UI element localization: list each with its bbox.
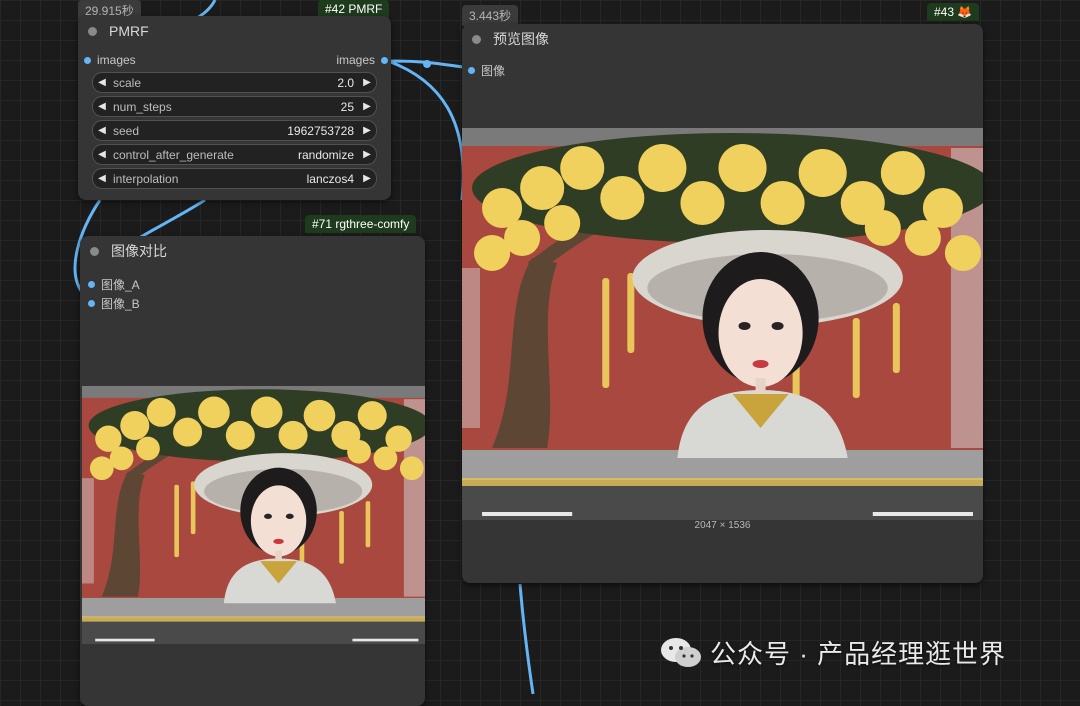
decrement-arrow-icon[interactable]: ◀ xyxy=(93,101,111,112)
widget-value[interactable]: 25 xyxy=(341,100,358,114)
input-slot-images[interactable]: images xyxy=(84,53,136,67)
decrement-arrow-icon[interactable]: ◀ xyxy=(93,173,111,184)
decrement-arrow-icon[interactable]: ◀ xyxy=(93,77,111,88)
increment-arrow-icon[interactable]: ▶ xyxy=(358,125,376,136)
widget-label: num_steps xyxy=(113,99,172,114)
widget-control-after-generate[interactable]: ◀ control_after_generate randomize ▶ xyxy=(92,144,377,165)
collapse-dot-icon[interactable] xyxy=(88,26,97,36)
increment-arrow-icon[interactable]: ▶ xyxy=(358,101,376,112)
slot-label: 图像 xyxy=(481,64,506,78)
link-reroute-dot[interactable] xyxy=(423,60,431,68)
compare-image[interactable] xyxy=(82,386,425,644)
widget-value[interactable]: 1962753728 xyxy=(287,124,358,138)
slot-label: images xyxy=(97,53,136,67)
slot-label: 图像_A xyxy=(101,278,140,292)
widget-label: scale xyxy=(113,75,142,90)
widget-label: seed xyxy=(113,123,140,138)
link-preview-out[interactable] xyxy=(518,583,535,694)
image-content xyxy=(462,128,983,520)
slot-label: 图像_B xyxy=(101,297,140,311)
widget-interpolation[interactable]: ◀ interpolation lanczos4 ▶ xyxy=(92,168,377,189)
widget-value[interactable]: lanczos4 xyxy=(307,172,358,186)
node-header[interactable]: 预览图像 xyxy=(462,24,983,54)
node-title: 预览图像 xyxy=(493,31,549,47)
image-content xyxy=(82,386,425,644)
node-id-badge: #43 🦊 xyxy=(927,3,980,21)
execution-time-badge: 3.443秒 xyxy=(462,5,519,26)
decrement-arrow-icon[interactable]: ◀ xyxy=(93,125,111,136)
widget-label: control_after_generate xyxy=(113,147,234,162)
image-size-label: 2047 × 1536 xyxy=(694,520,751,531)
increment-arrow-icon[interactable]: ▶ xyxy=(358,173,376,184)
slot-label: images xyxy=(336,53,375,67)
widget-num-steps[interactable]: ◀ num_steps 25 ▶ xyxy=(92,96,377,117)
input-dot-icon[interactable] xyxy=(88,300,95,307)
collapse-dot-icon[interactable] xyxy=(472,34,481,44)
widget-scale[interactable]: ◀ scale 2.0 ▶ xyxy=(92,72,377,93)
output-dot-icon[interactable] xyxy=(381,56,388,64)
node-header[interactable]: 图像对比 xyxy=(80,236,425,266)
widget-value[interactable]: 2.0 xyxy=(337,76,358,90)
image-compare-node[interactable]: 图像对比 图像_A 图像_B xyxy=(80,236,425,706)
wechat-icon xyxy=(661,637,701,667)
node-id-badge: #71 rgthree-comfy xyxy=(305,215,417,233)
increment-arrow-icon[interactable]: ▶ xyxy=(358,77,376,88)
link-pmrf-to-compare[interactable] xyxy=(387,59,465,201)
pmrf-node[interactable]: PMRF images images ◀ scale 2.0 ▶ ◀ num_s… xyxy=(78,16,391,200)
node-header[interactable]: PMRF xyxy=(78,16,391,46)
widget-seed[interactable]: ◀ seed 1962753728 ▶ xyxy=(92,120,377,141)
increment-arrow-icon[interactable]: ▶ xyxy=(358,149,376,160)
input-dot-icon[interactable] xyxy=(468,67,475,74)
input-slot-image[interactable]: 图像 xyxy=(468,62,505,79)
wechat-watermark: 公众号 · 产品经理逛世界 xyxy=(660,634,1006,671)
widget-value[interactable]: randomize xyxy=(298,148,358,162)
decrement-arrow-icon[interactable]: ◀ xyxy=(93,149,111,160)
collapse-dot-icon[interactable] xyxy=(90,246,99,256)
input-slot-image-a[interactable]: 图像_A xyxy=(88,276,140,293)
widget-label: interpolation xyxy=(113,171,179,186)
output-slot-images[interactable]: images xyxy=(336,53,388,67)
node-title: 图像对比 xyxy=(111,243,167,259)
input-dot-icon[interactable] xyxy=(84,56,91,64)
node-title: PMRF xyxy=(109,23,149,39)
preview-image-node[interactable]: 预览图像 图像 2047 × 1536 xyxy=(462,24,983,583)
watermark-text: 公众号 · 产品经理逛世界 xyxy=(710,639,1007,669)
input-slot-image-b[interactable]: 图像_B xyxy=(88,295,140,312)
input-dot-icon[interactable] xyxy=(88,281,95,288)
preview-image[interactable] xyxy=(462,128,983,520)
